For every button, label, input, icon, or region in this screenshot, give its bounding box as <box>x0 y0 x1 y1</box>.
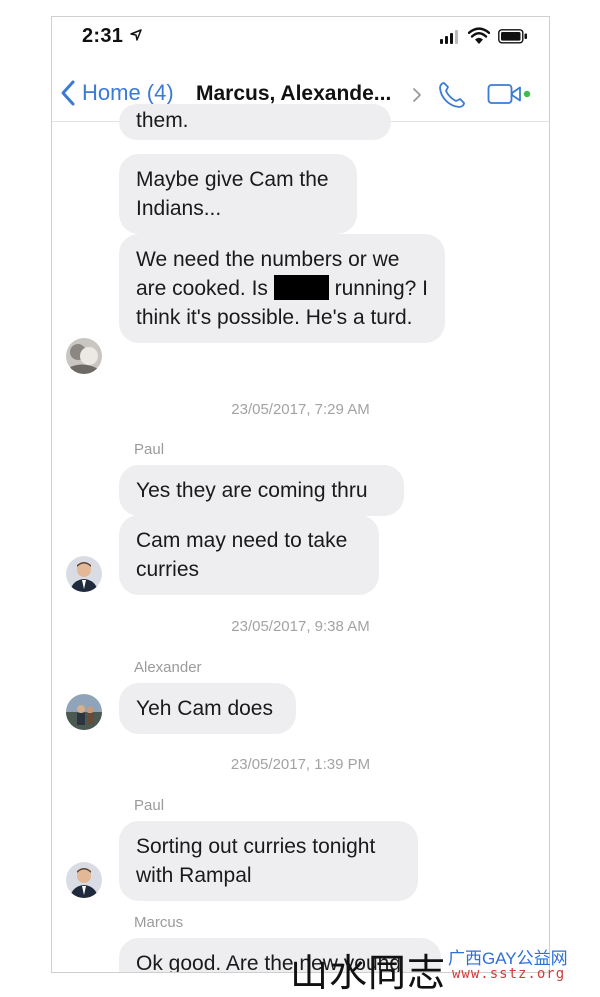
message-bubble[interactable]: Sorting out curries tonight with Rampal <box>119 821 418 901</box>
avatar-paul[interactable] <box>66 556 102 592</box>
conversation-title[interactable]: Marcus, Alexande... <box>196 82 391 106</box>
status-bar: 2:31 <box>52 17 549 57</box>
redacted-name <box>273 275 329 300</box>
message-bubble[interactable]: Maybe give Cam the Indians... <box>119 154 357 234</box>
status-time: 2:31 <box>82 25 124 47</box>
timestamp: 23/05/2017, 7:29 AM <box>231 401 370 418</box>
wifi-icon <box>468 27 490 44</box>
sender-name: Paul <box>134 797 165 814</box>
message-text: Yeh Cam does <box>136 697 273 720</box>
timestamp: 23/05/2017, 9:38 AM <box>231 618 370 635</box>
phone-call-icon[interactable] <box>435 80 467 112</box>
message-text: Yes they are coming thru <box>136 479 368 502</box>
message-text: Sorting out curries tonight with Rampal <box>136 835 376 887</box>
watermark-text: 山水同志 <box>290 951 447 995</box>
message-bubble[interactable]: Cam may need to take curries <box>119 515 379 595</box>
chevron-right-icon[interactable] <box>412 87 422 103</box>
message-text: them. <box>136 109 189 132</box>
message-text: Maybe give Cam the Indians... <box>136 168 329 220</box>
message-text: Cam may need to take curries <box>136 529 348 581</box>
video-call-icon[interactable] <box>487 82 533 108</box>
location-arrow-icon <box>130 29 142 41</box>
sender-name: Paul <box>134 441 165 458</box>
chevron-left-icon <box>61 80 75 106</box>
message-bubble[interactable]: Yeh Cam does <box>119 683 296 734</box>
back-button[interactable]: Home (4) <box>60 79 174 107</box>
avatar-alexander[interactable] <box>66 694 102 730</box>
back-label: Home (4) <box>82 80 174 105</box>
timestamp: 23/05/2017, 1:39 PM <box>230 756 371 773</box>
battery-icon <box>498 29 527 44</box>
message-thread[interactable]: them. Maybe give Cam the Indians... We n… <box>52 104 549 972</box>
phone-screen: 2:31 Home (4) Marcus, Alexande... them. … <box>51 16 550 973</box>
sender-name: Marcus <box>134 914 184 931</box>
watermark: 山水同志 广西GAY公益网 www.sstz.org <box>290 942 600 995</box>
message-bubble[interactable]: Yes they are coming thru <box>119 465 404 516</box>
message-bubble[interactable]: them. <box>119 104 391 140</box>
avatar-marcus[interactable] <box>66 338 102 374</box>
message-bubble[interactable]: We need the numbers or we are cooked. Is… <box>119 234 445 343</box>
watermark-url: www.sstz.org <box>452 966 566 982</box>
avatar-paul[interactable] <box>66 862 102 898</box>
cellular-signal-icon <box>440 30 458 44</box>
sender-name: Alexander <box>134 659 202 676</box>
